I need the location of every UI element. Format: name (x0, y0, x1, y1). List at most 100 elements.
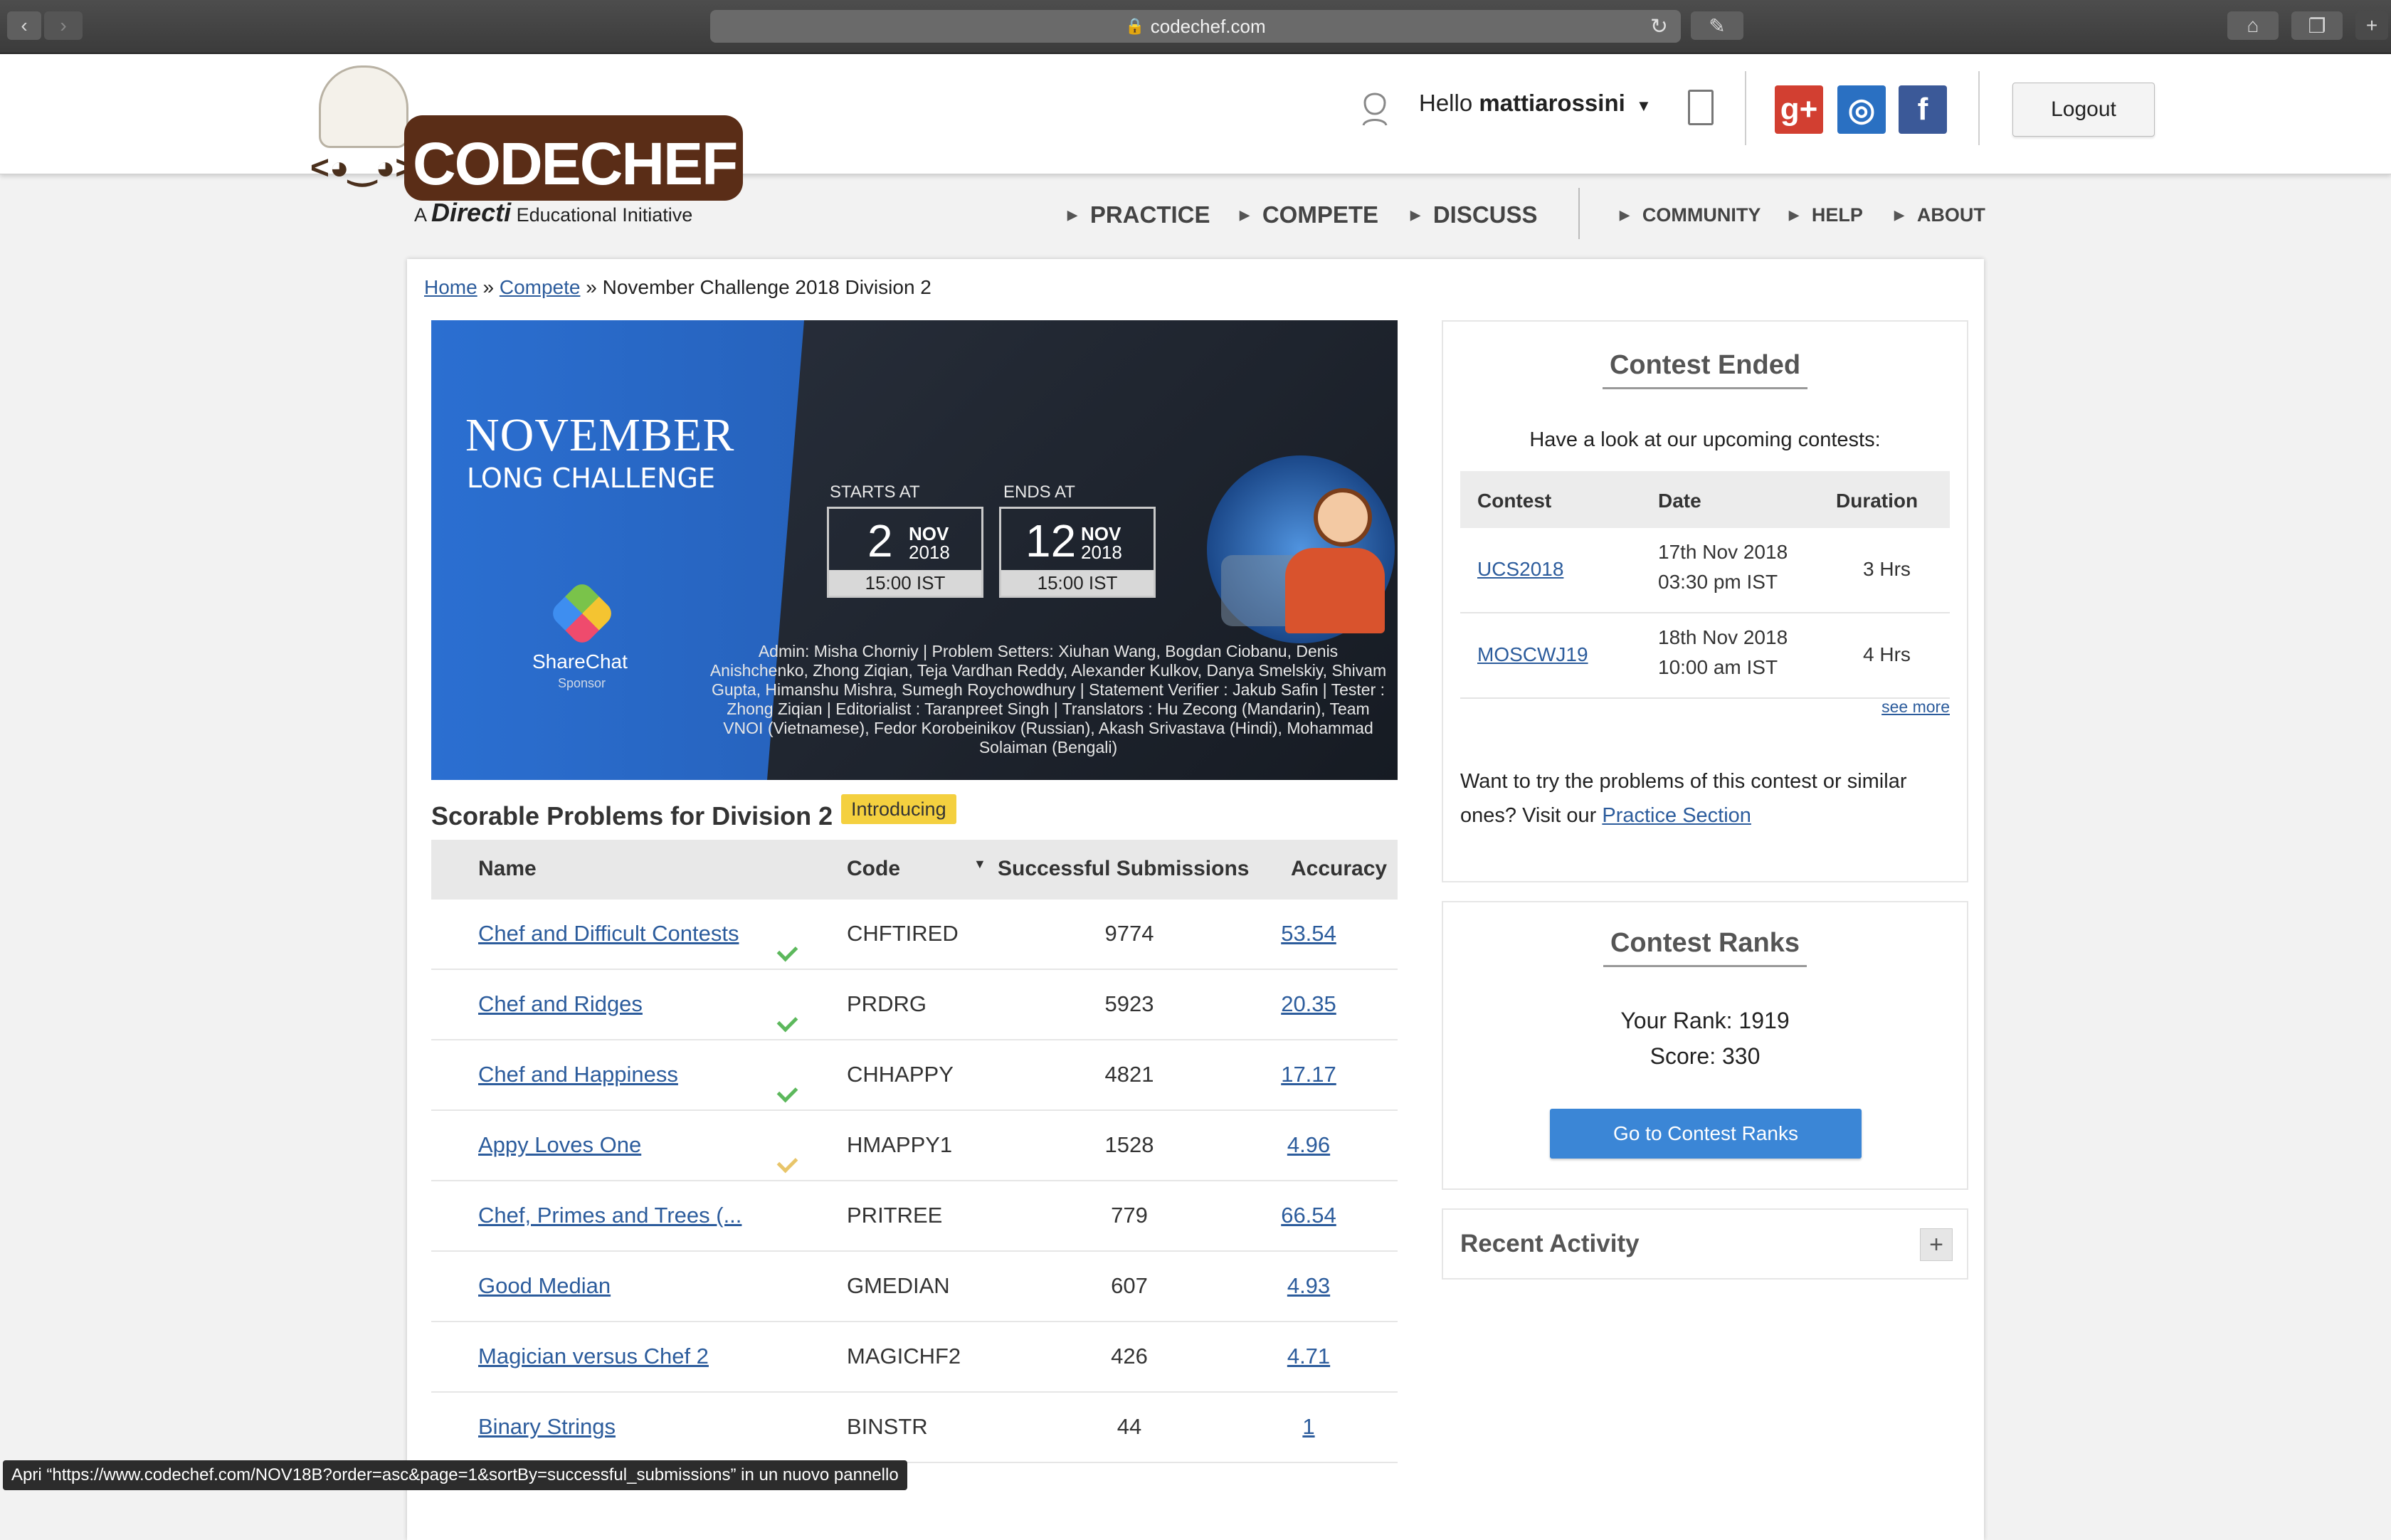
reader-button[interactable]: ✎ (1691, 11, 1743, 40)
problem-accuracy-link[interactable]: 4.71 (1287, 1344, 1330, 1368)
problem-name-link[interactable]: Chef and Happiness (478, 1062, 678, 1087)
facebook-button[interactable]: f (1899, 85, 1947, 134)
nav-about[interactable]: ▶ ABOUT (1894, 201, 1985, 229)
start-day: 2 (867, 515, 893, 566)
end-time: 15:00 IST (1001, 570, 1154, 596)
problem-name-link[interactable]: Binary Strings (478, 1414, 616, 1439)
breadcrumb-home[interactable]: Home (424, 276, 477, 298)
problem-accuracy-link[interactable]: 4.93 (1287, 1273, 1330, 1298)
contest-time: 10:00 am IST (1658, 656, 1778, 678)
nav-help[interactable]: ▶ HELP (1789, 201, 1863, 229)
google-plus-button[interactable]: g+ (1775, 85, 1823, 134)
chevron-down-icon: ▼ (1635, 97, 1652, 115)
problem-accuracy-link[interactable]: 1 (1302, 1414, 1314, 1439)
nav-practice[interactable]: ▶ PRACTICE (1067, 201, 1210, 229)
codechef-logo[interactable]: <◕‿◕> CODECHEF A Directi Educational Ini… (307, 65, 743, 231)
caret-right-icon: ▶ (1240, 207, 1250, 222)
logout-button[interactable]: Logout (2012, 83, 2155, 137)
upcoming-contests-table: Contest Date Duration UCS2018 17th Nov 2… (1460, 471, 1950, 699)
problem-code: CHFTIRED (847, 921, 959, 946)
coder-illustration-head (1314, 488, 1372, 547)
problem-code: HMAPPY1 (847, 1132, 953, 1157)
problem-name-link[interactable]: Magician versus Chef 2 (478, 1344, 709, 1368)
problem-accuracy-link[interactable]: 20.35 (1281, 991, 1336, 1016)
nav-compete[interactable]: ▶ COMPETE (1240, 201, 1378, 229)
caret-right-icon: ▶ (1620, 207, 1630, 222)
introducing-badge: Introducing (841, 794, 956, 824)
end-year: 2018 (1081, 542, 1122, 563)
table-row: Binary Strings BINSTR 44 1 (431, 1393, 1398, 1463)
problems-table-header: Name Code ▼ Successful Submissions Accur… (431, 840, 1398, 900)
facebook-icon: f (1917, 92, 1928, 127)
reader-icon: ✎ (1709, 14, 1726, 37)
table-row: Appy Loves One HMAPPY1 1528 4.96 (431, 1111, 1398, 1181)
reload-icon[interactable]: ↻ (1650, 14, 1668, 39)
header-divider (1745, 71, 1746, 145)
col-date: Date (1658, 490, 1701, 512)
problem-code: CHHAPPY (847, 1062, 954, 1087)
problem-name-link[interactable]: Chef, Primes and Trees (... (478, 1203, 741, 1228)
problem-name-link[interactable]: Appy Loves One (478, 1132, 641, 1157)
contest-link[interactable]: MOSCWJ19 (1477, 643, 1588, 666)
problems-section-title: Scorable Problems for Division 2 (431, 801, 833, 830)
address-bar[interactable]: 🔒 codechef.com ↻ (710, 10, 1681, 43)
user-greeting[interactable]: Hello mattiarossini ▼ (1419, 90, 1652, 117)
github-button[interactable]: ◎ (1837, 85, 1886, 134)
upcoming-contest-row: UCS2018 17th Nov 2018 03:30 pm IST 3 Hrs (1460, 528, 1950, 613)
logo-tagline: A Directi Educational Initiative (414, 198, 693, 227)
plus-icon: + (1929, 1230, 1943, 1258)
nav-community[interactable]: ▶ COMMUNITY (1620, 201, 1761, 229)
problem-accuracy-link[interactable]: 17.17 (1281, 1062, 1336, 1087)
username: mattiarossini (1479, 90, 1625, 116)
chevron-left-icon: ‹ (21, 14, 28, 36)
problem-accuracy-link[interactable]: 53.54 (1281, 921, 1336, 946)
practice-section-link[interactable]: Practice Section (1602, 804, 1751, 827)
notes-icon[interactable] (1688, 90, 1714, 125)
col-name[interactable]: Name (478, 857, 537, 881)
problem-submissions: 1528 (1104, 1132, 1154, 1157)
table-row: Chef and Difficult Contests CHFTIRED 9774 5… (431, 900, 1398, 970)
problems-table: Name Code ▼ Successful Submissions Accur… (431, 840, 1398, 1463)
nav-divider (1578, 188, 1580, 239)
table-row: Good Median GMEDIAN 607 4.93 (431, 1252, 1398, 1322)
contest-ended-box: Contest Ended Have a look at our upcomin… (1442, 320, 1968, 882)
problem-name-link[interactable]: Good Median (478, 1273, 611, 1298)
your-rank: Your Rank: 1919 (1620, 1008, 1790, 1033)
contest-duration: 3 Hrs (1863, 558, 1911, 580)
back-button[interactable]: ‹ (7, 11, 41, 40)
breadcrumb: Home » Compete » November Challenge 2018… (424, 276, 931, 298)
see-more-link[interactable]: see more (1881, 697, 1950, 717)
problem-accuracy-link[interactable]: 66.54 (1281, 1203, 1336, 1228)
new-tab-button[interactable]: + (2355, 11, 2388, 40)
home-button[interactable]: ⌂ (2227, 11, 2279, 40)
problem-submissions: 4821 (1104, 1062, 1154, 1087)
contest-ranks-title-text: Contest Ranks (1603, 928, 1807, 967)
contest-link[interactable]: UCS2018 (1477, 558, 1563, 581)
problem-submissions: 5923 (1104, 991, 1154, 1016)
nav-discuss[interactable]: ▶ DISCUSS (1410, 201, 1538, 229)
end-date-box: 12 NOV 2018 15:00 IST (999, 507, 1156, 598)
go-to-contest-ranks-button[interactable]: Go to Contest Ranks (1550, 1109, 1862, 1159)
col-code[interactable]: Code (847, 857, 900, 881)
user-avatar-icon (1362, 93, 1388, 126)
problem-submissions: 9774 (1104, 921, 1154, 946)
ends-label: ENDS AT (1003, 482, 1075, 502)
problem-name-link[interactable]: Chef and Ridges (478, 991, 643, 1016)
contest-ended-title: Contest Ended (1443, 350, 1967, 389)
expand-recent-activity-button[interactable]: + (1920, 1228, 1953, 1261)
recent-activity-box: Recent Activity + (1442, 1208, 1968, 1280)
problem-name-link[interactable]: Chef and Difficult Contests (478, 921, 739, 946)
problem-accuracy-link[interactable]: 4.96 (1287, 1132, 1330, 1157)
breadcrumb-compete[interactable]: Compete (500, 276, 581, 298)
problem-code: GMEDIAN (847, 1273, 950, 1298)
tabs-button[interactable]: ❐ (2291, 11, 2343, 40)
problem-code: PRDRG (847, 991, 927, 1016)
col-accuracy[interactable]: Accuracy (1291, 857, 1387, 881)
forward-button[interactable]: › (44, 11, 83, 40)
mustache-icon: <◕‿◕> (310, 149, 415, 186)
upcoming-table-header: Contest Date Duration (1460, 471, 1950, 528)
recent-activity-title: Recent Activity (1460, 1230, 1640, 1257)
upcoming-contest-row: MOSCWJ19 18th Nov 2018 10:00 am IST 4 Hr… (1460, 613, 1950, 699)
col-successful-submissions[interactable]: Successful Submissions (998, 857, 1249, 881)
problem-submissions: 44 (1117, 1414, 1142, 1439)
